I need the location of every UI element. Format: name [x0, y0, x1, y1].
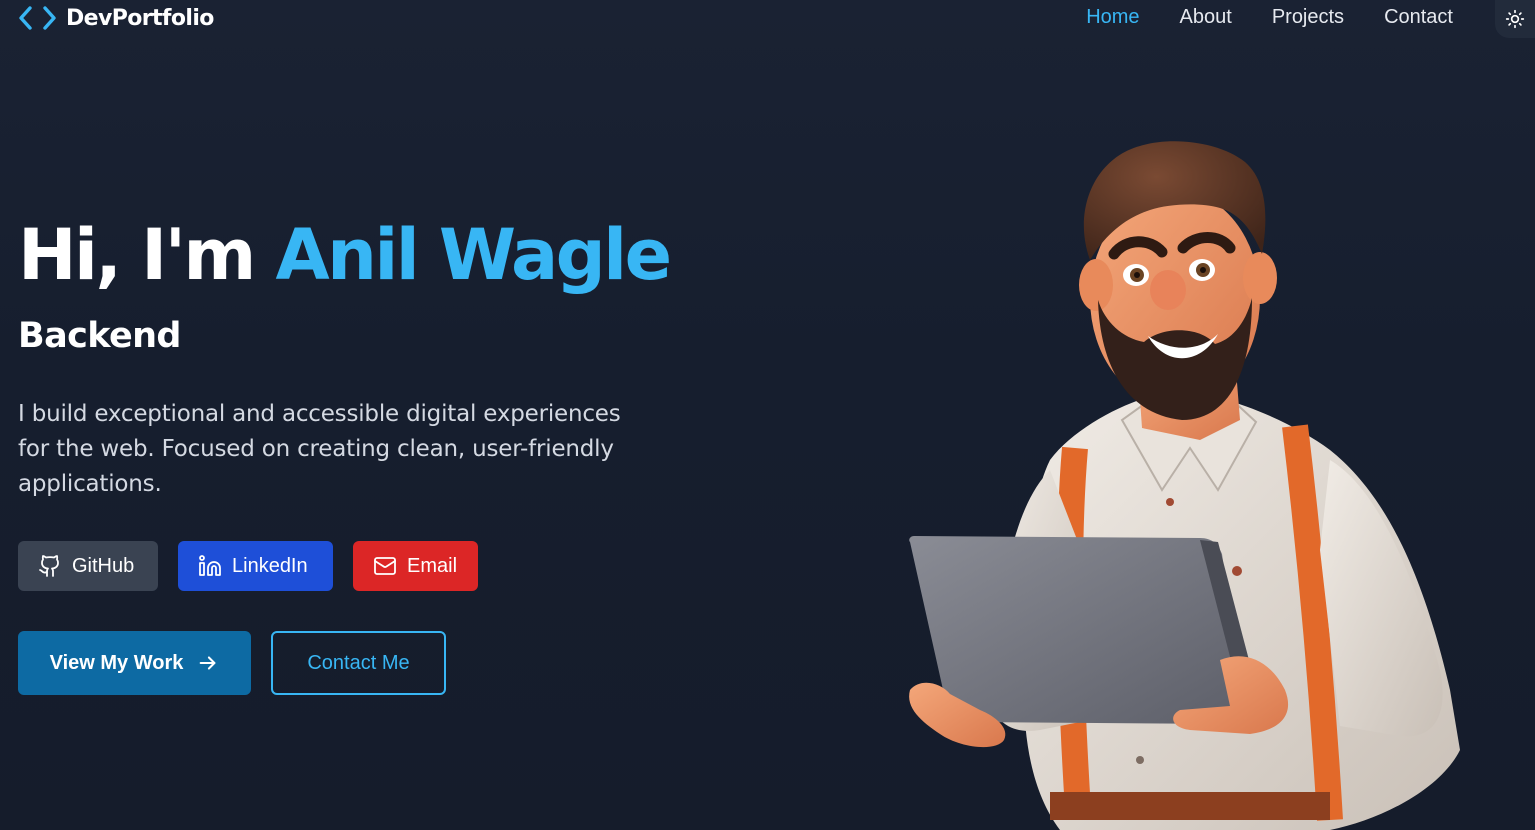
hero-greeting: Hi, I'm [18, 214, 256, 296]
email-label: Email [407, 554, 458, 577]
contact-me-button[interactable]: Contact Me [271, 631, 446, 695]
linkedin-icon [199, 555, 221, 576]
code-brackets-icon [19, 6, 56, 30]
github-label: GitHub [72, 554, 135, 577]
nav-about[interactable]: About [1180, 6, 1232, 29]
developer-avatar-illustration [909, 141, 1460, 830]
brand-logo[interactable]: DevPortfolio [18, 4, 214, 32]
nav-projects[interactable]: Projects [1272, 6, 1344, 29]
contact-me-label: Contact Me [307, 651, 410, 674]
view-my-work-button[interactable]: View My Work [18, 631, 251, 695]
nav-home[interactable]: Home [1086, 6, 1139, 29]
view-my-work-label: View My Work [49, 651, 184, 674]
brand-name: DevPortfolio [66, 5, 214, 31]
hero-bio: I build exceptional and accessible digit… [18, 401, 621, 497]
hero-name: Anil Wagle [275, 214, 673, 296]
github-icon [39, 555, 59, 577]
theme-toggle-button[interactable] [1495, 0, 1535, 38]
linkedin-button[interactable]: LinkedIn [178, 541, 333, 591]
hero-heading: Hi, I'm Anil Wagle [18, 210, 673, 300]
main-nav: Home About Projects Contact [1086, 6, 1453, 29]
linkedin-label: LinkedIn [232, 554, 308, 577]
email-button[interactable]: Email [353, 541, 478, 591]
hero-role: Backend [18, 316, 181, 356]
site-header: DevPortfolio Home About Projects Contact [0, 0, 1535, 38]
mail-icon [374, 557, 396, 575]
github-button[interactable]: GitHub [18, 541, 158, 591]
nav-contact[interactable]: Contact [1384, 6, 1453, 29]
arrow-right-icon [200, 656, 216, 670]
sun-icon [1505, 9, 1525, 29]
